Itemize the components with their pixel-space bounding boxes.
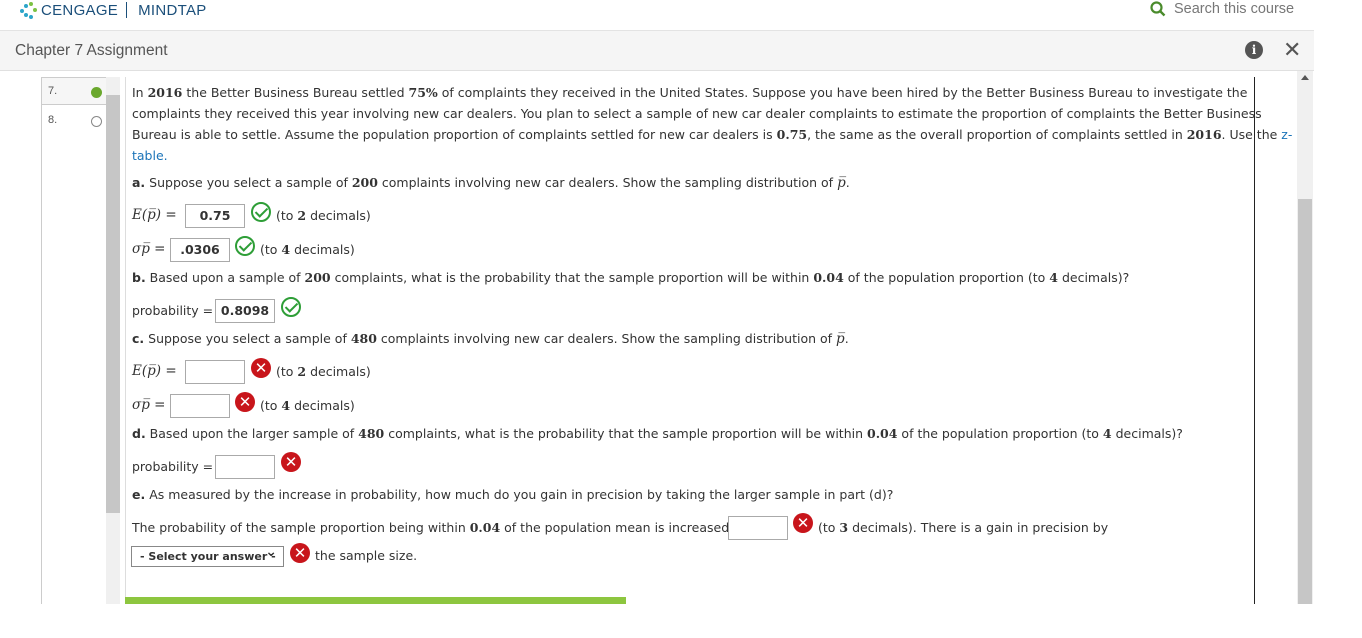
part-c-question: c. Suppose you select a sample of 480 co… <box>132 331 849 347</box>
correct-check-icon <box>235 236 255 256</box>
part-c-expected-hint: (to 2 decimals) <box>276 364 371 379</box>
product-name: MINDTAP <box>138 1 207 19</box>
scroll-up-icon[interactable] <box>1301 75 1309 80</box>
search-icon <box>1150 1 1166 17</box>
assignment-title-bar: Chapter 7 Assignment <box>0 31 1314 71</box>
part-e-increase-input[interactable] <box>728 516 788 540</box>
part-c-expected-input[interactable] <box>185 360 245 384</box>
intro-line-1: In 2016 the Better Business Bureau settl… <box>132 85 1248 100</box>
page-title: Chapter 7 Assignment <box>15 42 168 59</box>
intro-line-3: Bureau is able to settle. Assume the pop… <box>132 127 1293 142</box>
part-a-expected-hint: (to 2 decimals) <box>276 208 371 223</box>
content-scrollbar[interactable] <box>1297 71 1313 604</box>
part-a-sigma-input[interactable]: .0306 <box>170 238 230 262</box>
part-e-hint: (to 3 decimals). There is a gain in prec… <box>818 520 1109 535</box>
incomplete-status-icon <box>91 116 102 127</box>
part-a-sigma-label: σp̅ = <box>132 241 166 257</box>
brand-name: CENGAGE <box>41 1 119 19</box>
search-course[interactable]: Search this course <box>1150 1 1294 17</box>
part-e-sentence: The probability of the sample proportion… <box>132 520 749 535</box>
part-d-probability-input[interactable] <box>215 455 275 479</box>
progress-bar <box>125 597 626 604</box>
complete-status-icon <box>91 87 102 98</box>
part-c-sigma-label: σp̅ = <box>132 397 166 413</box>
logo-divider <box>126 2 128 18</box>
correct-check-icon <box>281 297 301 317</box>
part-d-probability-label: probability = <box>132 459 214 474</box>
nav-item-8[interactable]: 8. <box>42 107 107 135</box>
content-scrollbar-thumb[interactable] <box>1298 199 1312 604</box>
question-number: 7. <box>48 85 58 97</box>
info-icon[interactable]: i <box>1245 41 1263 59</box>
part-a-question: a. Suppose you select a sample of 200 co… <box>132 175 850 191</box>
cengage-logo[interactable]: CENGAGE MINDTAP <box>18 0 207 20</box>
question-nav: 7. 8. <box>41 77 107 604</box>
question-number: 8. <box>48 114 58 126</box>
correct-check-icon <box>251 202 271 222</box>
part-c-expected-label: E(p̅) = <box>132 363 177 379</box>
part-b-probability-input[interactable]: 0.8098 <box>215 299 275 323</box>
close-icon[interactable]: ✕ <box>1283 38 1301 63</box>
incorrect-x-icon: ✕ <box>281 452 301 472</box>
part-e-tail: the sample size. <box>315 548 418 563</box>
part-a-sigma-hint: (to 4 decimals) <box>260 242 355 257</box>
z-table-link-cont[interactable]: table. <box>132 145 168 166</box>
z-table-link[interactable]: z- <box>1281 127 1292 142</box>
part-c-sigma-hint: (to 4 decimals) <box>260 398 355 413</box>
search-placeholder: Search this course <box>1174 1 1295 17</box>
logo-mark-icon <box>18 0 38 20</box>
part-e-question: e. As measured by the increase in probab… <box>132 487 894 502</box>
part-a-expected-label: E(p̅) = <box>132 207 177 223</box>
nav-scrollbar-thumb[interactable] <box>106 95 120 513</box>
part-c-sigma-input[interactable] <box>170 394 230 418</box>
incorrect-x-icon: ✕ <box>235 392 255 412</box>
incorrect-x-icon: ✕ <box>793 513 813 533</box>
gain-precision-select[interactable]: - Select your answer - <box>131 543 284 567</box>
intro-line-2: complaints they received this year invol… <box>132 106 1262 121</box>
part-d-question: d. Based upon the larger sample of 480 c… <box>132 426 1183 441</box>
part-b-question: b. Based upon a sample of 200 complaints… <box>132 270 1130 285</box>
top-bar: CENGAGE MINDTAP Search this course <box>0 0 1314 31</box>
nav-item-7[interactable]: 7. <box>42 77 107 105</box>
part-b-probability-label: probability = <box>132 303 214 318</box>
part-a-expected-input[interactable]: 0.75 <box>185 204 245 228</box>
incorrect-x-icon: ✕ <box>251 358 271 378</box>
incorrect-x-icon: ✕ <box>290 543 310 563</box>
